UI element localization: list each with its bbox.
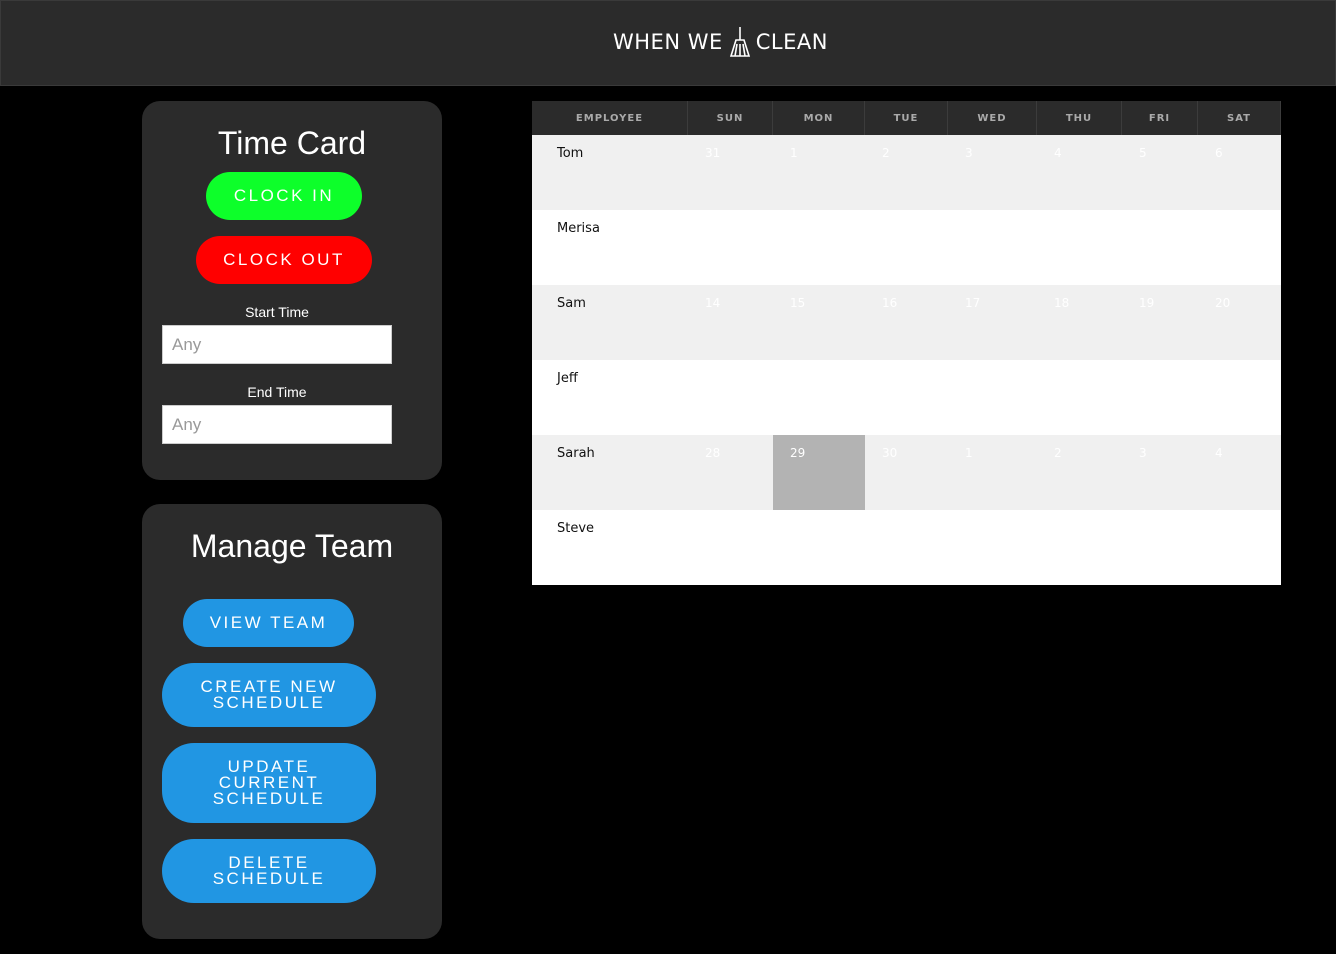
day-number[interactable]: 1 [790, 146, 798, 160]
schedule-table: EMPLOYEE SUN MON TUE WED THU FRI SAT Tom 31 1 2 3 4 5… [532, 101, 1281, 585]
day-number[interactable]: 3 [965, 146, 973, 160]
start-time-label: Start Time [245, 304, 309, 320]
column-header-mon: MON [773, 101, 865, 135]
clock-out-button[interactable]: CLOCK OUT [196, 236, 372, 284]
time-card-title: Time Card [217, 125, 367, 161]
day-number[interactable]: 14 [705, 296, 720, 310]
employee-name: Sam [557, 296, 586, 311]
create-schedule-button[interactable]: CREATE NEW SCHEDULE [162, 663, 376, 727]
employee-name: Sarah [557, 446, 595, 461]
view-team-button[interactable]: VIEW TEAM [183, 599, 354, 647]
column-header-sat: SAT [1198, 101, 1281, 135]
column-header-sun: SUN [688, 101, 773, 135]
view-team-label: VIEW TEAM [209, 613, 328, 632]
column-header-fri: FRI [1122, 101, 1198, 135]
day-number[interactable]: 6 [1215, 146, 1223, 160]
day-number[interactable]: 4 [1215, 446, 1223, 460]
clock-out-label: CLOCK OUT [223, 250, 345, 269]
update-schedule-label-3: SCHEDULE [212, 789, 326, 808]
manage-team-title: Manage Team [190, 528, 394, 564]
end-time-input[interactable] [162, 405, 392, 444]
schedule-row-merisa[interactable]: Merisa [532, 210, 1281, 285]
highlighted-day-cell[interactable] [773, 435, 865, 510]
schedule-row-sam[interactable]: Sam 14 15 16 17 18 19 20 [532, 285, 1281, 360]
employee-name: Jeff [557, 371, 578, 386]
day-number[interactable]: 1 [965, 446, 973, 460]
end-time-label: End Time [247, 384, 307, 400]
time-card-panel: Time Card CLOCK IN CLOCK OUT Start Time … [142, 101, 442, 480]
schedule-header-row: EMPLOYEE SUN MON TUE WED THU FRI SAT [532, 101, 1281, 135]
day-number[interactable]: 4 [1054, 146, 1062, 160]
column-header-thu: THU [1037, 101, 1122, 135]
schedule-row-tom[interactable]: Tom 31 1 2 3 4 5 6 [532, 135, 1281, 210]
employee-name: Tom [557, 146, 584, 161]
clock-in-button[interactable]: CLOCK IN [206, 172, 362, 220]
day-number[interactable]: 16 [882, 296, 897, 310]
column-header-employee: EMPLOYEE [532, 101, 688, 135]
day-number[interactable]: 15 [790, 296, 805, 310]
day-number[interactable]: 5 [1139, 146, 1147, 160]
column-header-tue: TUE [865, 101, 948, 135]
day-number[interactable]: 30 [882, 446, 897, 460]
brand-text-right: CLEAN [755, 30, 828, 54]
schedule-row-jeff[interactable]: Jeff [532, 360, 1281, 435]
schedule-row-sarah[interactable]: Sarah 28 29 30 1 2 3 4 [532, 435, 1281, 510]
day-number[interactable]: 19 [1139, 296, 1154, 310]
employee-name: Steve [557, 521, 595, 536]
day-number[interactable]: 28 [705, 446, 720, 460]
employee-name: Merisa [557, 221, 600, 236]
day-number[interactable]: 18 [1054, 296, 1069, 310]
start-time-input[interactable] [162, 325, 392, 364]
day-number[interactable]: 20 [1215, 296, 1230, 310]
clock-in-label: CLOCK IN [233, 186, 335, 205]
delete-schedule-button[interactable]: DELETE SCHEDULE [162, 839, 376, 903]
day-number[interactable]: 17 [965, 296, 980, 310]
update-schedule-button[interactable]: UPDATE CURRENT SCHEDULE [162, 743, 376, 823]
manage-team-panel: Manage Team VIEW TEAM CREATE NEW SCHEDUL… [142, 504, 442, 939]
delete-schedule-label-2: SCHEDULE [212, 869, 326, 888]
day-number[interactable]: 2 [1054, 446, 1062, 460]
day-number[interactable]: 31 [705, 146, 720, 160]
day-number[interactable]: 2 [882, 146, 890, 160]
app-header: WHEN WE CLEAN [0, 0, 1336, 86]
column-header-wed: WED [948, 101, 1037, 135]
brand-text-left: WHEN WE [613, 30, 723, 54]
broom-icon [729, 27, 750, 57]
day-number[interactable]: 29 [790, 446, 805, 460]
day-number[interactable]: 3 [1139, 446, 1147, 460]
brand-logo[interactable]: WHEN WE CLEAN [613, 25, 828, 59]
schedule-row-steve[interactable]: Steve [532, 510, 1281, 585]
create-schedule-label-2: SCHEDULE [212, 693, 326, 712]
